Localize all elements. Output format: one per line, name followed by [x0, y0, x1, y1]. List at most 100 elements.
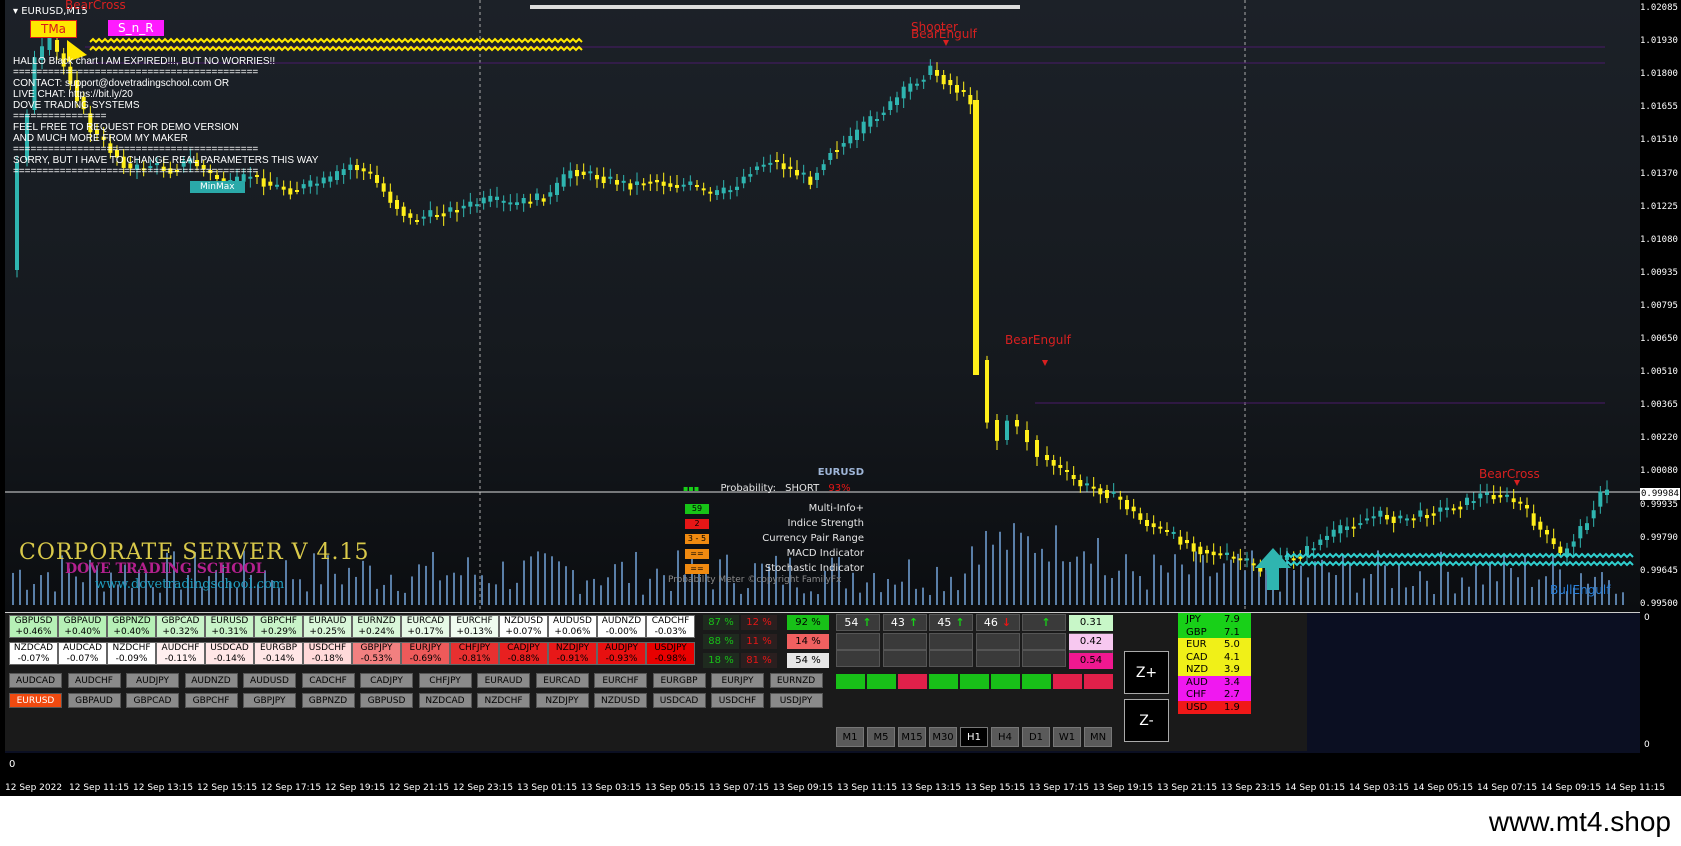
bull-zigzag-band [1284, 560, 1634, 567]
pair-button[interactable]: EURCHF [594, 673, 647, 688]
pair-button[interactable]: AUDUSD [243, 673, 296, 688]
pair-button[interactable]: EURNZD [769, 673, 823, 688]
timeframe-button[interactable]: H1 [960, 727, 988, 747]
pair-button[interactable]: GBPAUD [67, 693, 121, 708]
time-tick: 14 Sep 05:15 [1413, 783, 1474, 793]
signal-bar [1053, 674, 1082, 689]
pair-change: +0.13% [456, 627, 493, 637]
empty-cell [975, 633, 1020, 650]
candle-body [855, 129, 859, 140]
pair-strength-cell[interactable]: AUDUSD +0.06% [548, 615, 597, 638]
pair-button[interactable]: EURJPY [711, 673, 764, 688]
pair-strength-cell[interactable]: CHFJPY -0.81% [450, 642, 499, 665]
pair-button[interactable]: EURGBP [652, 673, 706, 688]
pair-strength-cell[interactable]: EURGBP -0.14% [254, 642, 303, 665]
pair-strength-cell[interactable]: NZDJPY -0.91% [548, 642, 597, 665]
pair-change: +0.06% [554, 627, 591, 637]
pair-strength-cell[interactable]: EURJPY -0.69% [401, 642, 450, 665]
timeframe-button[interactable]: MN [1084, 727, 1112, 747]
info-line: DOVE TRADING SYSTEMS [13, 100, 140, 111]
pair-button[interactable]: EURAUD [477, 673, 530, 688]
candle-body [915, 83, 919, 86]
timeframe-button[interactable]: M15 [898, 727, 926, 747]
zoom-out-button[interactable]: Z- [1124, 699, 1169, 742]
pair-button[interactable]: GBPJPY [243, 693, 296, 708]
zoom-in-button[interactable]: Z+ [1124, 651, 1169, 694]
timeframe-button[interactable]: M30 [929, 727, 957, 747]
tma-tag[interactable]: TMa [30, 20, 78, 38]
candle-body [761, 164, 766, 167]
pair-button[interactable]: NZDUSD [594, 693, 647, 708]
pair-strength-cell[interactable]: GBPNZD +0.40% [107, 615, 156, 638]
candle-body [715, 190, 719, 195]
pair-button[interactable]: AUDJPY [126, 673, 179, 688]
pair-strength-cell[interactable]: GBPCHF +0.29% [254, 615, 303, 638]
pair-strength-cell[interactable]: EURAUD +0.25% [303, 615, 352, 638]
pair-strength-cell[interactable]: GBPAUD +0.40% [58, 615, 107, 638]
pair-strength-cell[interactable]: NZDCHF -0.09% [107, 642, 156, 665]
pair-button[interactable]: NZDJPY [535, 693, 589, 708]
pair-strength-cell[interactable]: CADCHF -0.03% [646, 615, 695, 638]
candle-body [488, 195, 493, 202]
pair-change: -0.03% [654, 627, 687, 637]
pair-strength-cell[interactable]: CADJPY -0.88% [499, 642, 548, 665]
timeframe-button[interactable]: M1 [836, 727, 864, 747]
pair-button[interactable]: GBPCAD [126, 693, 179, 708]
pair-strength-cell[interactable]: NZDUSD +0.07% [499, 615, 548, 638]
timeframe-button[interactable]: H4 [991, 727, 1019, 747]
pair-strength-cell[interactable]: AUDCAD -0.07% [58, 642, 107, 665]
pair-button[interactable]: USDCAD [652, 693, 706, 708]
pair-strength-cell[interactable]: USDJPY -0.98% [646, 642, 695, 665]
pair-button[interactable]: NZDCHF [477, 693, 530, 708]
pair-button[interactable]: USDCHF [711, 693, 764, 708]
pair-button[interactable]: AUDCAD [9, 673, 62, 688]
timeframe-button[interactable]: D1 [1022, 727, 1050, 747]
pair-button[interactable]: CADCHF [301, 673, 355, 688]
candle-body [808, 176, 813, 185]
pair-button[interactable]: GBPCHF [184, 693, 238, 708]
candle-body [1378, 510, 1383, 517]
pair-strength-cell[interactable]: EURCHF +0.13% [450, 615, 499, 638]
timeframe-button[interactable]: M5 [867, 727, 895, 747]
pair-button[interactable]: GBPNZD [301, 693, 355, 708]
pair-strength-cell[interactable]: GBPUSD +0.46% [9, 615, 58, 638]
pair-strength-cell[interactable]: USDCAD -0.14% [205, 642, 254, 665]
trend-number: 45 [937, 616, 952, 629]
pair-strength-cell[interactable]: GBPCAD +0.32% [156, 615, 205, 638]
pair-button[interactable]: CADJPY [360, 673, 413, 688]
pair-button[interactable]: NZDCAD [418, 693, 472, 708]
candle-body [1431, 513, 1436, 516]
candle-body [428, 210, 433, 217]
pair-strength-cell[interactable]: AUDJPY -0.93% [597, 642, 646, 665]
pair-strength-cell[interactable]: GBPJPY -0.53% [352, 642, 401, 665]
candle-body [775, 160, 779, 162]
pair-strength-cell[interactable]: EURCAD +0.17% [401, 615, 450, 638]
pair-strength-cell[interactable]: EURNZD +0.24% [352, 615, 401, 638]
time-tick: 13 Sep 05:15 [645, 783, 706, 793]
pair-button[interactable]: AUDNZD [184, 673, 238, 688]
info-line: ========================================… [13, 67, 259, 78]
pair-button[interactable]: EURUSD [9, 693, 62, 708]
timeframe-button[interactable]: W1 [1053, 727, 1081, 747]
candle-body [15, 162, 19, 270]
info-line: LIVE CHAT: https://bit.ly/20 [13, 89, 133, 100]
pair-strength-cell[interactable]: AUDCHF -0.11% [156, 642, 205, 665]
pair-button[interactable]: GBPUSD [360, 693, 413, 708]
candle-body [581, 171, 586, 175]
pair-button[interactable]: CHFJPY [418, 673, 472, 688]
candle-body [795, 170, 799, 176]
candle-body [1098, 488, 1103, 495]
pair-strength-cell[interactable]: NZDCAD -0.07% [9, 642, 58, 665]
pair-strength-cell[interactable]: USDCHF -0.18% [303, 642, 352, 665]
pair-strength-cell[interactable]: EURUSD +0.31% [205, 615, 254, 638]
pair-button[interactable]: EURCAD [535, 673, 589, 688]
snr-tag[interactable]: S_n_R [108, 20, 164, 36]
arrow-down-icon: ↓ [1001, 616, 1012, 629]
pm-probability-label: Probability: [720, 483, 776, 494]
price-tick: 0.99935 [1640, 499, 1678, 510]
pair-button[interactable]: AUDCHF [67, 673, 121, 688]
pair-button[interactable]: USDJPY [769, 693, 823, 708]
candle-body [1511, 498, 1516, 503]
pair-strength-cell[interactable]: AUDNZD -0.00% [597, 615, 646, 638]
price-chart[interactable]: ▾ EURUSD,M15 TMa S_n_R BearCross MinMax … [5, 0, 1640, 612]
